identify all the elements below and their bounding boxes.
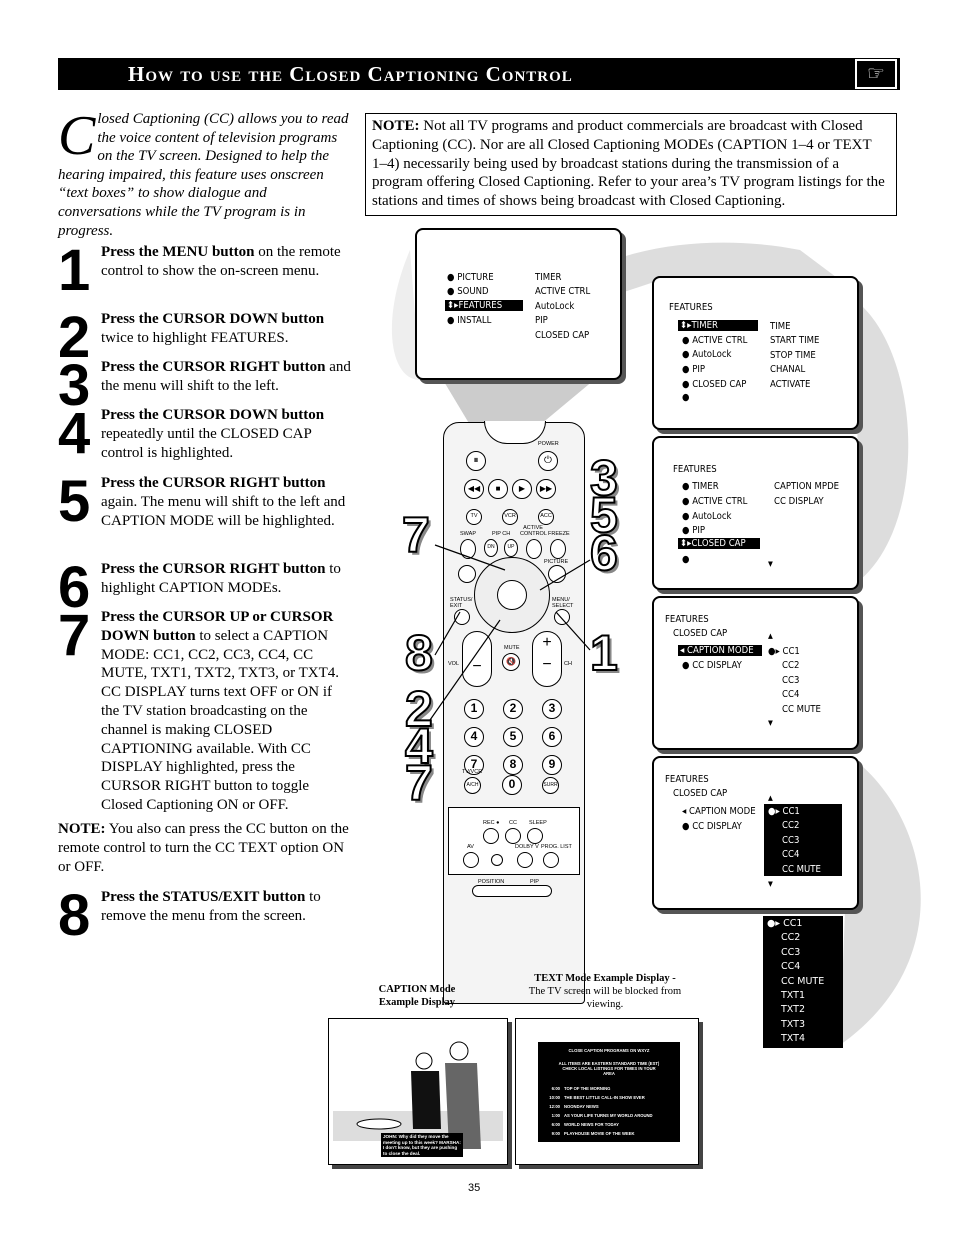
schedule-time: 10:00	[549, 1095, 560, 1100]
schedule-time: 1:00	[551, 1113, 560, 1118]
text-mode-example: CLOSE CAPTION PROGRAMS ON WXYZ ALL ITEMS…	[515, 1018, 699, 1165]
schedule-time: 6:00	[551, 1122, 560, 1127]
callout-step-8: 8	[404, 625, 434, 681]
caption-text-box: JOHN: Why did they move the meeting up t…	[381, 1133, 463, 1157]
callout-line	[434, 611, 461, 656]
schedule-row: 10:00 THE BEST LITTLE CALL-IN SHOW EVER	[546, 1095, 680, 1100]
schedule-title: AS YOUR LIFE TURNS MY WORLD AROUND	[564, 1113, 653, 1118]
jet-illustration	[356, 1118, 402, 1130]
page-number: 35	[468, 1182, 481, 1194]
text-screen-title: CLOSE CAPTION PROGRAMS ON WXYZ	[568, 1048, 650, 1053]
schedule-title: THE BEST LITTLE CALL-IN SHOW EVER	[564, 1095, 645, 1100]
schedule-title: WORLD NEWS FOR TODAY	[564, 1122, 619, 1127]
callout-step-6: 6	[589, 525, 619, 581]
caption-example-label: CAPTION Mode Example Display	[378, 984, 456, 1008]
schedule-row: 6:00 WORLD NEWS FOR TODAY	[546, 1122, 680, 1127]
manual-page: How to use the Closed Captioning Control…	[0, 0, 954, 1235]
text-screen-info: ALL ITEMS ARE EASTERN STANDARD TIME (EST…	[558, 1061, 660, 1076]
schedule-row: 9:00 PLAYHOUSE MOVIE OF THE WEEK	[546, 1131, 680, 1136]
schedule-time: 6:00	[551, 1086, 560, 1091]
callout-line	[429, 619, 501, 721]
schedule-time: 9:00	[551, 1131, 560, 1136]
callout-line	[539, 559, 591, 591]
text-mode-screen: CLOSE CAPTION PROGRAMS ON WXYZ ALL ITEMS…	[538, 1042, 680, 1142]
schedule-title: PLAYHOUSE MOVIE OF THE WEEK	[564, 1131, 635, 1136]
text-example-title: TEXT Mode Example Display -	[534, 973, 676, 984]
text-example-label: TEXT Mode Example Display - The TV screen…	[520, 972, 690, 1011]
schedule-title: TOP OF THE MORNING	[564, 1086, 611, 1091]
schedule-row: 1:00 AS YOUR LIFE TURNS MY WORLD AROUND	[546, 1113, 680, 1118]
schedule-row: 12:00 NOONDAY NEWS	[546, 1104, 680, 1109]
schedule-time: 12:00	[549, 1104, 560, 1109]
callout-line	[434, 544, 506, 571]
callout-step-1: 1	[589, 625, 619, 681]
schedule-title: NOONDAY NEWS	[564, 1104, 599, 1109]
callout-step-7b: 7	[404, 755, 434, 811]
schedule-row: 6:00 TOP OF THE MORNING	[546, 1086, 680, 1091]
callout-step-7: 7	[401, 507, 431, 563]
callout-line	[555, 611, 591, 651]
text-example-desc: The TV screen will be blocked from viewi…	[528, 986, 682, 1010]
schedule-list: 6:00 TOP OF THE MORNING 10:00 THE BEST LITT…	[538, 1086, 680, 1136]
caption-mode-example: JOHN: Why did they move the meeting up t…	[328, 1018, 508, 1165]
